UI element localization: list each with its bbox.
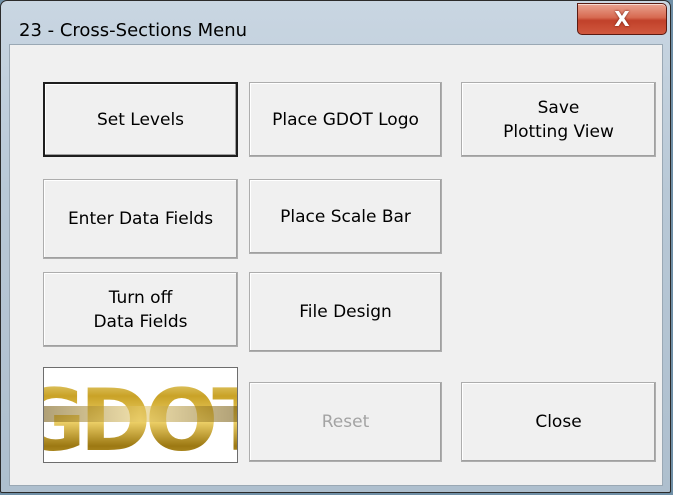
title-bar[interactable]: 23 - Cross-Sections Menu X — [1, 1, 670, 43]
enter-data-fields-button[interactable]: Enter Data Fields — [43, 179, 238, 259]
dialog-window: 23 - Cross-Sections Menu X Set Levels Pl… — [0, 0, 671, 493]
dialog-body: Set Levels Place GDOT Logo Save Plotting… — [9, 44, 663, 486]
close-icon: X — [614, 7, 630, 31]
gdot-logo-graphic: GDOT — [44, 368, 237, 462]
set-levels-button[interactable]: Set Levels — [43, 82, 238, 157]
place-scale-bar-button[interactable]: Place Scale Bar — [249, 179, 442, 254]
turn-off-data-fields-button[interactable]: Turn off Data Fields — [43, 272, 238, 347]
gdot-logo-image: GDOT — [43, 367, 238, 463]
window-close-button[interactable]: X — [577, 3, 667, 35]
reset-button[interactable]: Reset — [249, 382, 442, 462]
save-plotting-view-button[interactable]: Save Plotting View — [461, 82, 656, 157]
file-design-button[interactable]: File Design — [249, 272, 442, 352]
place-gdot-logo-button[interactable]: Place GDOT Logo — [249, 82, 442, 157]
window-title: 23 - Cross-Sections Menu — [19, 20, 248, 41]
close-button[interactable]: Close — [461, 382, 656, 462]
